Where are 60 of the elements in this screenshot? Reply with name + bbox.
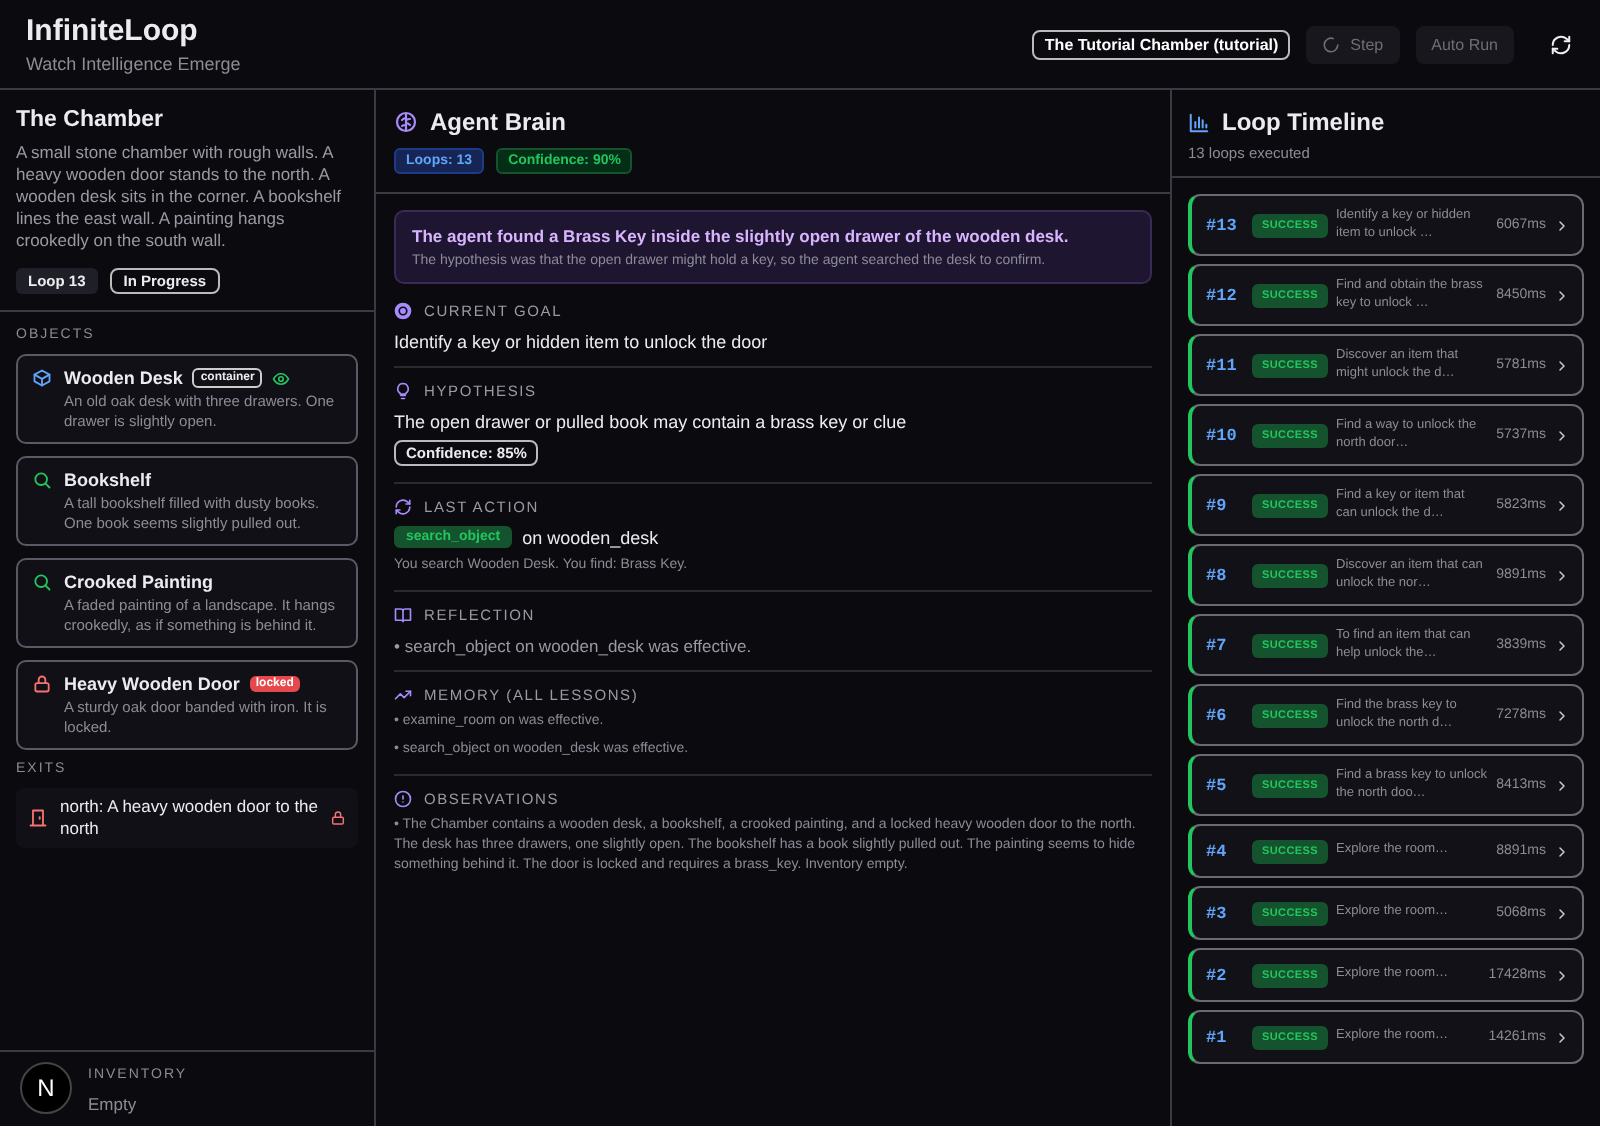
chevron-icon bbox=[1554, 637, 1570, 653]
hypothesis-text: The open drawer or pulled book may contain a brass key or clue bbox=[394, 412, 909, 432]
loop-number: #1 bbox=[1206, 1027, 1229, 1047]
cube-icon bbox=[32, 368, 52, 388]
room-description: A small stone chamber with rough walls. A heavy wooden door stands to the north. A wooden desk sits in the corner. A bookshelf lines the east wall. A painting hangs crookedly on the south wall. bbox=[16, 142, 344, 252]
cycle-icon bbox=[394, 498, 412, 516]
target-icon bbox=[394, 302, 412, 320]
loop-number: #8 bbox=[1206, 565, 1229, 585]
chevron-icon bbox=[1554, 843, 1570, 859]
object-name: Bookshelf bbox=[64, 470, 152, 490]
lock-icon bbox=[32, 674, 52, 694]
app-subtitle: Watch Intelligence Emerge bbox=[26, 54, 241, 74]
brain-icon bbox=[394, 110, 418, 134]
action-target: on wooden_desk bbox=[522, 527, 659, 547]
loop-number: #3 bbox=[1206, 903, 1229, 923]
loop-number: #11 bbox=[1206, 355, 1239, 375]
loop-number: #9 bbox=[1206, 495, 1229, 515]
lightbulb-icon bbox=[394, 382, 412, 400]
panel-title: Agent Brain bbox=[430, 108, 567, 136]
search-icon bbox=[32, 470, 52, 490]
alert-icon bbox=[394, 790, 412, 808]
loop-number: #7 bbox=[1206, 635, 1229, 655]
trend-icon bbox=[394, 686, 412, 704]
object-name: Wooden Desk bbox=[64, 368, 183, 388]
insight-headline: The agent found a Brass Key inside the slightly open drawer of the wooden desk. bbox=[412, 226, 1071, 246]
spinner-icon bbox=[1322, 35, 1341, 53]
reflection-text: • search_object on wooden_desk was effective. bbox=[394, 636, 754, 656]
object-name: Heavy Wooden Door bbox=[64, 674, 240, 694]
chevron-icon bbox=[1554, 427, 1570, 443]
chevron-icon bbox=[1554, 777, 1570, 793]
app-title: InfiniteLoop bbox=[26, 14, 200, 48]
panel-title: The Chamber bbox=[16, 108, 165, 132]
chevron-icon bbox=[1554, 217, 1570, 233]
chevron-icon bbox=[1554, 967, 1570, 983]
chevron-icon bbox=[1554, 905, 1570, 921]
dev-tools-button[interactable]: N bbox=[20, 1062, 72, 1114]
loop-number: #2 bbox=[1206, 965, 1229, 985]
loop-number: #12 bbox=[1206, 285, 1239, 305]
door-icon bbox=[28, 808, 48, 828]
search-icon bbox=[32, 572, 52, 592]
loop-number: #10 bbox=[1206, 425, 1239, 445]
loop-number: #6 bbox=[1206, 705, 1229, 725]
inventory-value: Empty bbox=[88, 1094, 139, 1114]
loop-number: #4 bbox=[1206, 841, 1229, 861]
panel-title: Loop Timeline bbox=[1222, 108, 1385, 136]
book-icon bbox=[394, 606, 412, 624]
exit-row[interactable]: north: A heavy wooden door to the north bbox=[16, 788, 358, 848]
chevron-icon bbox=[1554, 707, 1570, 723]
goal-text: Identify a key or hidden item to unlock the door bbox=[394, 332, 770, 352]
chevron-icon bbox=[1554, 287, 1570, 303]
loop-number: #13 bbox=[1206, 215, 1239, 235]
loop-number: #5 bbox=[1206, 775, 1229, 795]
refresh-icon[interactable] bbox=[1550, 33, 1572, 55]
object-name: Crooked Painting bbox=[64, 572, 214, 592]
chart-icon bbox=[1188, 111, 1210, 133]
chevron-icon bbox=[1554, 357, 1570, 373]
chevron-icon bbox=[1554, 1029, 1570, 1045]
scenario-button[interactable]: The Tutorial Chamber (tutorial) bbox=[1032, 29, 1291, 59]
chevron-icon bbox=[1554, 497, 1570, 513]
chevron-icon bbox=[1554, 567, 1570, 583]
